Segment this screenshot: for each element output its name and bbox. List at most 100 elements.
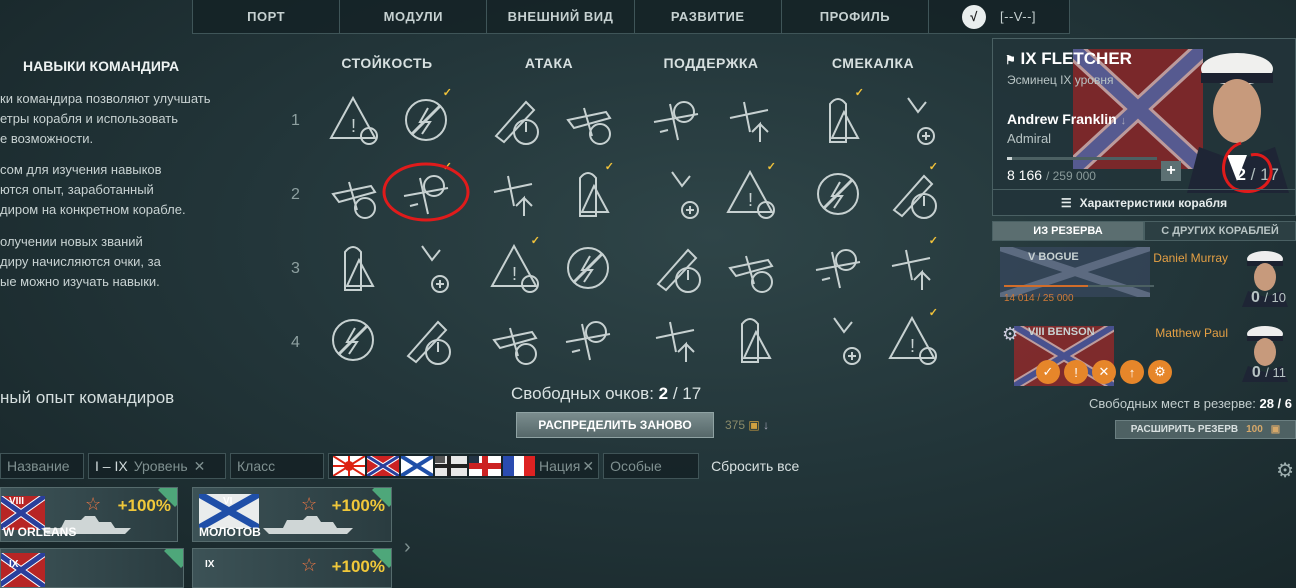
skill-icon[interactable]	[722, 312, 778, 368]
skill-icon[interactable]: ✓	[398, 87, 454, 148]
skill-icon[interactable]	[648, 92, 704, 148]
skill-glyph-icon	[655, 321, 695, 362]
ship-card[interactable]: IX ☆ +100%	[192, 548, 392, 588]
skill-icon[interactable]	[325, 166, 381, 222]
skill-icon[interactable]: ! ✓	[884, 307, 940, 368]
description-paragraph-2: сом для изучения навыков ются опыт, зара…	[0, 160, 240, 220]
skill-icon[interactable]	[486, 166, 542, 222]
reserve-skill-points: 0 / 10	[1251, 289, 1286, 307]
top-navigation: ПОРТ МОДУЛИ ВНЕШНИЙ ВИД РАЗВИТИЕ ПРОФИЛЬ…	[192, 0, 1070, 34]
skill-icon[interactable]: ! ✓	[486, 235, 542, 296]
add-xp-button[interactable]: +	[1161, 161, 1181, 181]
nav-port[interactable]: ПОРТ	[193, 0, 341, 33]
ship-tier: IX	[205, 559, 215, 570]
skill-icon[interactable]	[810, 166, 866, 222]
expand-reserve-button[interactable]: РАСШИРИТЬ РЕЗЕРВ 100 ▣	[1115, 420, 1296, 439]
tier-range: I – IX	[95, 458, 128, 474]
skill-icon[interactable]	[810, 240, 866, 296]
skill-icon[interactable]: !	[325, 92, 381, 148]
nav-appearance[interactable]: ВНЕШНИЙ ВИД	[487, 0, 635, 33]
skill-glyph-icon	[492, 327, 538, 365]
ship-characteristics-button[interactable]: ☰ Характеристики корабля	[993, 189, 1295, 215]
skill-icon[interactable]	[560, 240, 616, 296]
skill-icon[interactable]	[648, 312, 704, 368]
skill-icon[interactable]: ! ✓	[722, 161, 778, 222]
category-support: ПОДДЕРЖКА	[663, 55, 759, 71]
skill-icon[interactable]	[884, 92, 940, 148]
expand-label: РАСШИРИТЬ РЕЗЕРВ	[1130, 424, 1239, 435]
german-navy-flag-icon[interactable]	[435, 456, 467, 476]
france-flag-icon[interactable]	[503, 456, 535, 476]
skill-icon[interactable]	[325, 240, 381, 296]
skill-icon[interactable]: ✓	[884, 161, 940, 222]
nav-development[interactable]: РАЗВИТИЕ	[635, 0, 782, 33]
reset-filters-button[interactable]: Сбросить все	[711, 458, 799, 474]
settings-gear-icon[interactable]: ⚙	[1276, 458, 1294, 483]
skill-icon[interactable]	[810, 312, 866, 368]
free-slots-value: 28 / 6	[1259, 396, 1292, 411]
tab-from-other-ships[interactable]: С ДРУГИХ КОРАБЛЕЙ	[1144, 221, 1296, 241]
skill-icon[interactable]	[486, 92, 542, 148]
skill-glyph-icon	[829, 98, 860, 143]
skill-icon[interactable]	[486, 312, 542, 368]
explore-commanders-label: ный опыт командиров	[0, 388, 175, 407]
skill-icon[interactable]: ✓	[560, 161, 616, 222]
learned-check-icon: ✓	[530, 235, 540, 247]
confederate-flag-icon[interactable]	[367, 456, 399, 476]
nation-label: Нация	[539, 458, 581, 474]
skill-icon[interactable]	[722, 92, 778, 148]
ship-card[interactable]: VIII ☆ +100% W ORLEANS	[0, 487, 178, 542]
skill-icon[interactable]	[560, 92, 616, 148]
annotation-circle-icon	[382, 162, 470, 222]
skill-icon[interactable]	[648, 240, 704, 296]
tier-filter[interactable]: I – IX Уровень ✕	[88, 453, 226, 479]
filter-bar: Название I – IX Уровень ✕ Класс Нация ✕ …	[0, 453, 799, 479]
commander-skills: ✓ ! ✕ ↑ ⚙	[1036, 360, 1176, 384]
japan-flag-icon[interactable]	[333, 456, 365, 476]
reserve-commander[interactable]: V BOGUE Daniel Murray 14 014 / 25 000 0 …	[1000, 247, 1296, 317]
nation-flags: Нация ✕	[328, 453, 600, 479]
skill-icon[interactable]: ✓	[884, 235, 940, 296]
characteristics-label: Характеристики корабля	[1079, 195, 1228, 210]
skill-glyph-icon: !	[329, 95, 378, 145]
skill-icon: ✕	[1092, 360, 1116, 384]
skill-icon[interactable]	[648, 166, 704, 222]
commander-name[interactable]: Andrew Franklin ↓	[1007, 111, 1126, 127]
nav-profile[interactable]: ПРОФИЛЬ	[782, 0, 930, 33]
skill-glyph-icon	[833, 317, 861, 365]
reserve-commander[interactable]: ⚙ VIII BENSON Matthew Paul ✓ ! ✕ ↑ ⚙ 0 /…	[1000, 322, 1296, 392]
redistribute-button[interactable]: РАСПРЕДЕЛИТЬ ЗАНОВО	[516, 412, 714, 438]
skill-icon[interactable]	[325, 312, 381, 368]
svg-text:!: !	[512, 264, 517, 284]
name-filter-placeholder: Название	[7, 458, 70, 474]
skill-glyph-icon	[815, 249, 861, 289]
special-filter[interactable]: Особые	[603, 453, 700, 479]
clear-icon[interactable]: ✕	[582, 458, 594, 475]
clear-icon[interactable]: ✕	[194, 458, 206, 475]
text-line: ки командира позволяют улучшать	[0, 91, 211, 106]
skill-glyph-icon	[344, 246, 375, 291]
svg-text:!: !	[748, 190, 753, 210]
clan-tag: [--V--]	[1000, 9, 1037, 24]
ship-name: МОЛОТОВ	[199, 525, 261, 539]
name-filter-input[interactable]: Название	[0, 453, 84, 479]
ship-card[interactable]: VI ☆ +100% МОЛОТОВ	[192, 487, 392, 542]
skill-icon: !	[1064, 360, 1088, 384]
xp-value: 8 166	[1007, 167, 1043, 183]
ship-card[interactable]: IX	[0, 548, 184, 588]
class-filter[interactable]: Класс	[230, 453, 324, 479]
russian-navy-flag-icon[interactable]	[401, 456, 433, 476]
reserve-skill-points: 0 / 11	[1252, 364, 1286, 382]
chevron-right-icon[interactable]: ›	[404, 536, 411, 559]
skill-icon[interactable]	[398, 312, 454, 368]
skill-glyph-icon	[493, 175, 533, 216]
skill-icon[interactable]	[398, 240, 454, 296]
uk-flag-icon[interactable]	[469, 456, 501, 476]
text-line: етры корабля и использовать	[0, 111, 179, 126]
skill-icon[interactable]: ✓	[810, 87, 866, 148]
skill-icon[interactable]	[560, 312, 616, 368]
nav-modules[interactable]: МОДУЛИ	[340, 0, 488, 33]
clan-block[interactable]: √ [--V--]	[929, 0, 1069, 33]
skill-icon[interactable]	[722, 240, 778, 296]
tab-from-reserve[interactable]: ИЗ РЕЗЕРВА	[992, 221, 1144, 241]
